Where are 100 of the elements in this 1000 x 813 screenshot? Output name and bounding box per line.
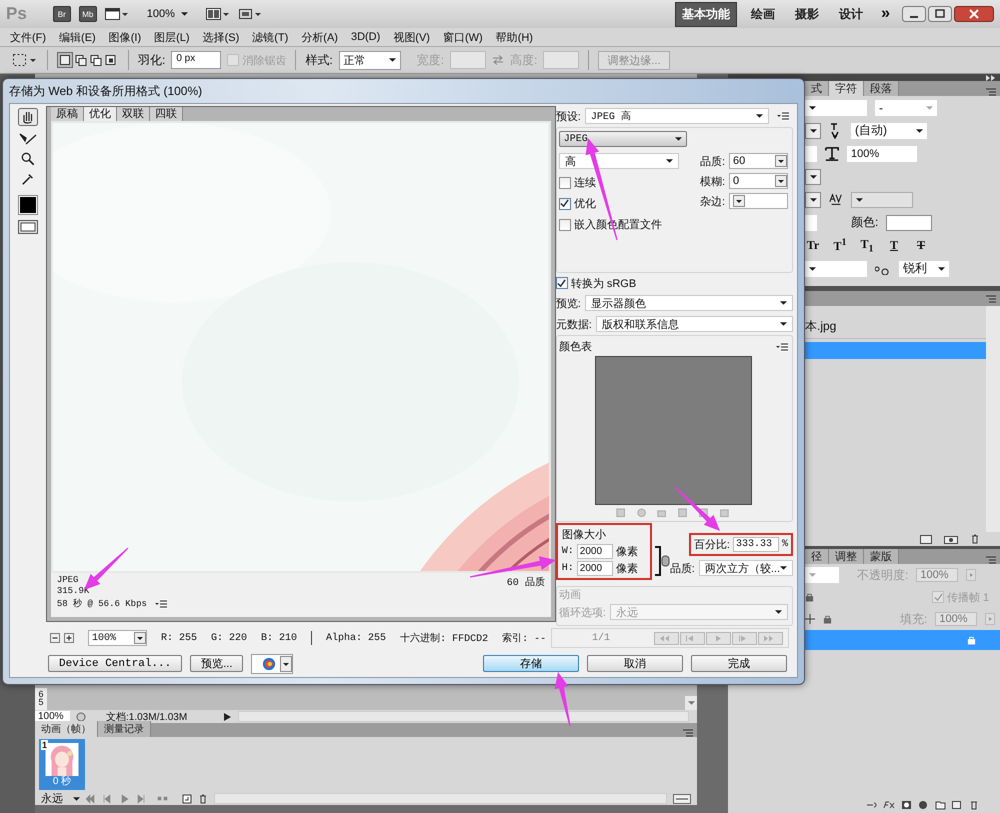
- close-icon[interactable]: [954, 6, 994, 22]
- zoom-field[interactable]: 100%: [35, 711, 70, 722]
- height-field[interactable]: [543, 51, 580, 69]
- zoom-combo[interactable]: 100%: [88, 630, 147, 646]
- frame-delay[interactable]: 0 秒: [52, 776, 72, 788]
- menu-item[interactable]: 帮助(H): [496, 30, 533, 44]
- panel-tab[interactable]: 径: [805, 549, 829, 564]
- menu-item[interactable]: 选择(S): [202, 30, 240, 44]
- tracking-dropdown[interactable]: [805, 168, 821, 184]
- panel-menu-icon[interactable]: [683, 729, 693, 737]
- option-checkbox[interactable]: [558, 198, 571, 210]
- duplicate-frame-icon[interactable]: [182, 794, 192, 804]
- panel-menu-icon[interactable]: [986, 294, 996, 302]
- antialias-dropdown[interactable]: 锐利: [899, 260, 949, 276]
- panel-tab[interactable]: 蒙版: [864, 549, 899, 564]
- panel-tab[interactable]: 式: [805, 81, 829, 96]
- text-style-button[interactable]: T: [886, 238, 902, 253]
- hand-tool-icon[interactable]: [16, 108, 39, 126]
- text-style-button[interactable]: T$_{1}$: [859, 236, 875, 254]
- menu-item[interactable]: 图像(I): [108, 30, 142, 44]
- menu-item[interactable]: 窗口(W): [442, 30, 483, 44]
- panel-menu-icon[interactable]: [986, 88, 996, 96]
- menu-item[interactable]: 编辑(E): [59, 30, 96, 44]
- input-field[interactable]: [805, 214, 817, 230]
- panel-menu-icon[interactable]: [986, 556, 996, 564]
- zoom-tool-icon[interactable]: [20, 152, 35, 166]
- save-button[interactable]: 存储: [483, 655, 579, 672]
- menu-item[interactable]: 图层(L): [154, 30, 190, 44]
- feather-field[interactable]: 0 px: [171, 51, 222, 69]
- trash-icon[interactable]: [970, 534, 980, 544]
- height-field[interactable]: 2000: [576, 561, 613, 576]
- menu-icon[interactable]: [776, 342, 788, 350]
- more-workspaces-button[interactable]: »: [881, 5, 890, 23]
- workspace-button[interactable]: 基本功能: [675, 2, 738, 26]
- compression-dropdown[interactable]: 高: [558, 153, 679, 169]
- zoom-out-icon[interactable]: [50, 633, 60, 643]
- menu-icon[interactable]: [777, 112, 789, 120]
- metadata-dropdown[interactable]: 版权和联系信息: [596, 316, 793, 332]
- quality-combo[interactable]: 60: [729, 153, 788, 169]
- text-style-button[interactable]: T: [913, 238, 929, 253]
- input-field[interactable]: [805, 146, 817, 162]
- eyedropper-color-swatch[interactable]: [18, 196, 37, 214]
- resample-quality-dropdown[interactable]: 两次立方（较...: [698, 560, 793, 576]
- view-tab[interactable]: 双联: [116, 107, 150, 121]
- workspace-button[interactable]: 绘画: [745, 2, 782, 26]
- new-document-icon[interactable]: [920, 534, 932, 544]
- marquee-icon[interactable]: [12, 53, 38, 67]
- animation-frame[interactable]: 1 0 秒: [39, 739, 85, 790]
- done-button[interactable]: 完成: [691, 655, 787, 672]
- view-tab[interactable]: 原稿: [50, 107, 84, 121]
- percent-field[interactable]: 333.33: [732, 537, 779, 552]
- screen-mode-icon[interactable]: [238, 7, 262, 21]
- zoom-dropdown[interactable]: 100%: [146, 8, 188, 20]
- view-mode-icon[interactable]: [104, 7, 129, 21]
- slice-select-tool-icon[interactable]: [18, 132, 38, 146]
- width-field[interactable]: [450, 51, 486, 69]
- status-icon[interactable]: [76, 712, 86, 722]
- camera-icon[interactable]: [944, 534, 958, 544]
- format-dropdown[interactable]: JPEG: [558, 131, 687, 147]
- horizontal-scrollbar[interactable]: [214, 793, 667, 804]
- minimize-icon[interactable]: [902, 6, 926, 22]
- device-central-button[interactable]: Device Central...: [48, 655, 182, 672]
- matte-combo[interactable]: [729, 193, 788, 209]
- menu-item[interactable]: 分析(A): [301, 30, 338, 44]
- bridge-button[interactable]: Mb: [78, 6, 97, 22]
- panel-tab[interactable]: 段落: [864, 81, 899, 96]
- convert-icon[interactable]: [673, 794, 691, 804]
- preview-dropdown[interactable]: 显示器颜色: [584, 295, 793, 311]
- move-icon[interactable]: [805, 614, 815, 624]
- panel-tab[interactable]: 测量记录: [98, 721, 151, 737]
- loop-dropdown[interactable]: 永远: [35, 791, 80, 806]
- restore-icon[interactable]: [928, 6, 952, 22]
- srgb-checkbox[interactable]: [556, 277, 568, 289]
- view-tab[interactable]: 优化: [84, 107, 117, 121]
- option-checkbox[interactable]: [558, 218, 571, 230]
- text-style-button[interactable]: Tr: [805, 238, 821, 253]
- menu-item[interactable]: 3D(D): [350, 31, 380, 43]
- zoom-in-icon[interactable]: [64, 633, 74, 643]
- menu-icon[interactable]: [154, 600, 167, 608]
- lock-icon[interactable]: [805, 592, 814, 602]
- font-size-dropdown[interactable]: [805, 122, 821, 138]
- vertical-scale-field[interactable]: 100%: [847, 146, 917, 162]
- font-style-dropdown[interactable]: -: [875, 100, 937, 116]
- bridge-button[interactable]: Br: [52, 6, 71, 22]
- preset-dropdown[interactable]: JPEG 高: [584, 108, 769, 124]
- panel-tab[interactable]: 动画（帧）: [35, 721, 98, 737]
- toggle-slices-icon[interactable]: [18, 220, 38, 234]
- preview-button[interactable]: 预览...: [190, 655, 244, 672]
- tracking-amount-dropdown[interactable]: [851, 192, 913, 208]
- arrange-icon[interactable]: [206, 7, 230, 21]
- menu-item[interactable]: 文件(F): [10, 30, 46, 44]
- menu-item[interactable]: 滤镜(T): [252, 30, 288, 44]
- vertical-scrollbar[interactable]: [986, 306, 1000, 532]
- width-field[interactable]: 2000: [576, 544, 613, 559]
- trash-icon[interactable]: [198, 794, 208, 804]
- text-style-button[interactable]: T$^{1}$: [832, 237, 848, 254]
- text-color-swatch[interactable]: [886, 214, 932, 230]
- blur-combo[interactable]: 0: [729, 173, 788, 189]
- scroll-down-icon[interactable]: [688, 701, 694, 705]
- kerning-dropdown[interactable]: [805, 192, 821, 208]
